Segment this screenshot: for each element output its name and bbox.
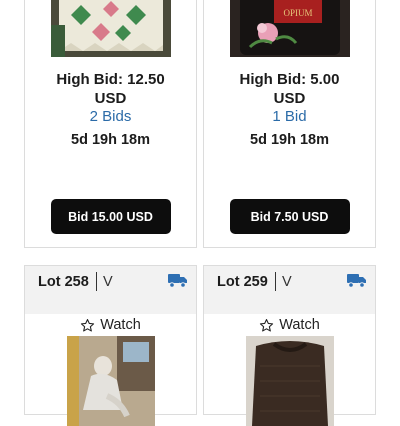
bid-button[interactable]: Bid 15.00 USD [50, 199, 171, 234]
bid-count-link[interactable]: 2 Bids [25, 108, 196, 126]
high-bid-label: High Bid: 5.00 [239, 71, 340, 88]
perfume-label: OPIUM [283, 8, 312, 18]
header-divider [96, 272, 97, 291]
lot-image-figurine[interactable] [66, 336, 155, 426]
star-outline-icon [260, 318, 274, 331]
lot-number[interactable]: Lot 258 [38, 273, 89, 291]
lot-image-quilt[interactable] [50, 0, 171, 57]
high-bid-currency: USD [94, 90, 127, 107]
star-outline-icon [81, 318, 95, 331]
watch-button[interactable]: Watch [204, 316, 375, 334]
bid-button[interactable]: Bid 7.50 USD [229, 199, 350, 234]
lot-card-2[interactable]: OPIUM High Bid: 5.00 USD 1 Bid 5d 19h 18… [203, 0, 376, 248]
lot-image-perfume-tin[interactable]: OPIUM [229, 0, 350, 57]
lot-number[interactable]: Lot 259 [217, 273, 268, 291]
header-divider [275, 272, 276, 291]
watch-label: Watch [100, 317, 141, 333]
truck-icon [347, 274, 366, 288]
time-left: 5d 19h 18m [250, 132, 329, 148]
truck-icon [168, 274, 187, 288]
high-bid-label: High Bid: 12.50 [56, 71, 165, 88]
lot-card-258[interactable]: Lot 258 V Watch [24, 265, 197, 426]
lot-tag: V [282, 274, 292, 290]
lot-tag: V [103, 274, 113, 290]
time-left: 5d 19h 18m [71, 132, 150, 148]
lot-image-sweater[interactable] [245, 336, 334, 426]
watch-label: Watch [279, 317, 320, 333]
lot-card-259[interactable]: Lot 259 V Watch [203, 265, 376, 426]
lot-card-1[interactable]: High Bid: 12.50 USD 2 Bids 5d 19h 18m Bi… [24, 0, 197, 248]
bid-count-link[interactable]: 1 Bid [204, 108, 375, 126]
lot-header: Lot 258 V [25, 266, 196, 314]
lot-header: Lot 259 V [204, 266, 375, 314]
high-bid-currency: USD [273, 90, 306, 107]
watch-button[interactable]: Watch [25, 316, 196, 334]
